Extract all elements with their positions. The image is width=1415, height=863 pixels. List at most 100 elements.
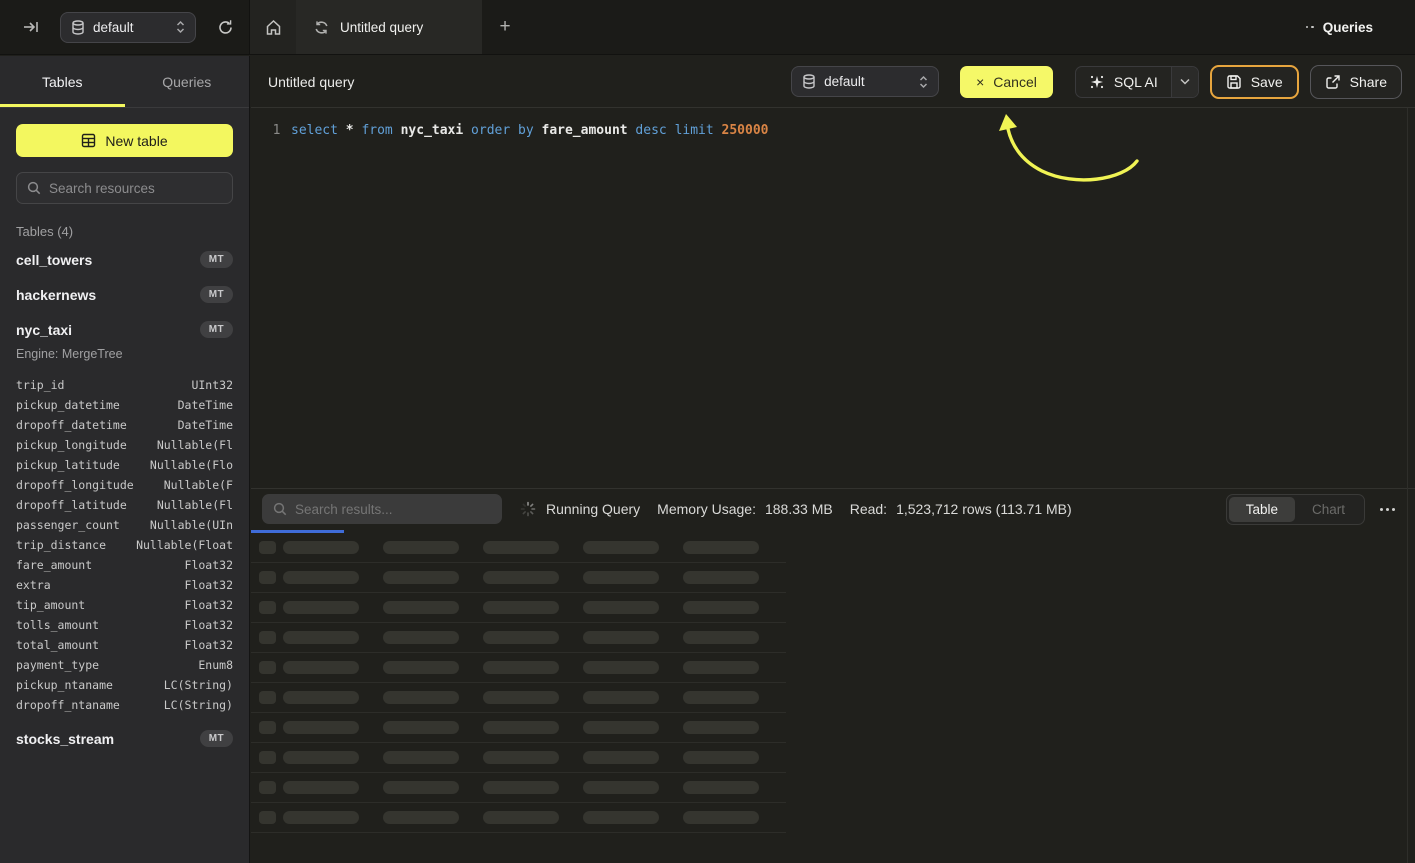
code-line-1: 1 select * from nyc_taxi order by fare_a… [251, 120, 1415, 142]
skeleton-cell [383, 631, 459, 644]
skeleton-cell [383, 811, 459, 824]
skeleton-cell [683, 781, 759, 794]
refresh-icon [217, 19, 234, 36]
memory-usage: Memory Usage: 188.33 MB [657, 501, 833, 517]
tables-section-label: Tables (4) [16, 224, 233, 239]
results-skeleton [251, 533, 1415, 863]
new-table-label: New table [105, 133, 167, 149]
skeleton-row [251, 563, 786, 593]
query-database-selector[interactable]: default [791, 66, 939, 97]
collapse-sidebar-icon [22, 18, 40, 36]
collapse-sidebar-button[interactable] [20, 16, 42, 38]
results-search-input[interactable] [295, 502, 491, 517]
column-type: DateTime [178, 398, 233, 412]
line-number: 1 [265, 120, 288, 142]
tab-untitled-query[interactable]: Untitled query [296, 0, 482, 54]
sidebar-tab-tables[interactable]: Tables [0, 56, 125, 107]
share-button[interactable]: Share [1310, 65, 1402, 99]
skeleton-cell [259, 691, 276, 704]
sql-ai-dropdown[interactable] [1171, 67, 1198, 97]
skeleton-cell [483, 571, 559, 584]
home-icon [265, 19, 282, 36]
sidebar-tab-queries[interactable]: Queries [125, 56, 250, 107]
column-row: trip_distanceNullable(Float [16, 535, 233, 555]
skeleton-cell [683, 691, 759, 704]
query-running-sync-icon [314, 20, 329, 35]
database-icon [71, 20, 85, 35]
skeleton-cell [283, 601, 359, 614]
skeleton-cell [583, 571, 659, 584]
skeleton-cell [383, 751, 459, 764]
skeleton-cell [383, 721, 459, 734]
results-search [262, 494, 502, 524]
view-toggle: Table Chart [1226, 494, 1365, 525]
column-type: LC(String) [164, 698, 233, 712]
new-table-button[interactable]: New table [16, 124, 233, 157]
column-name: trip_id [16, 378, 64, 392]
query-header: Untitled query default × Cancel [251, 56, 1415, 108]
sidebar-content: New table Tables (4) cell_towers MT hack… [0, 108, 249, 755]
sql-ai-label: SQL AI [1114, 74, 1158, 90]
cancel-button[interactable]: × Cancel [960, 66, 1053, 98]
skeleton-cell [383, 661, 459, 674]
save-button[interactable]: Save [1210, 65, 1299, 99]
column-row: dropoff_latitudeNullable(Fl [16, 495, 233, 515]
database-selector[interactable]: default [60, 12, 196, 43]
sql-ai-button[interactable]: SQL AI [1075, 66, 1199, 98]
nyc-taxi-columns: trip_idUInt32pickup_datetimeDateTimedrop… [16, 375, 233, 715]
skeleton-cell [383, 601, 459, 614]
column-type: Enum8 [198, 658, 233, 672]
toggle-chart[interactable]: Chart [1295, 497, 1362, 522]
column-type: Nullable(Fl [157, 438, 233, 452]
sidebar-item-hackernews[interactable]: hackernews MT [16, 278, 233, 311]
resource-search-input[interactable] [49, 181, 226, 196]
skeleton-cell [259, 751, 276, 764]
scrollbar-track[interactable] [1407, 108, 1408, 863]
memory-label: Memory Usage: [657, 501, 756, 517]
skeleton-cell [483, 811, 559, 824]
column-type: Float32 [185, 598, 233, 612]
column-name: fare_amount [16, 558, 92, 572]
column-row: dropoff_longitudeNullable(F [16, 475, 233, 495]
skeleton-cell [283, 691, 359, 704]
skeleton-cell [259, 781, 276, 794]
queries-link-label: Queries [1323, 20, 1373, 35]
save-label: Save [1251, 74, 1283, 90]
refresh-button[interactable] [213, 15, 237, 39]
skeleton-cell [259, 631, 276, 644]
column-row: tip_amountFloat32 [16, 595, 233, 615]
column-name: pickup_datetime [16, 398, 120, 412]
column-row: pickup_longitude Nullable(Fl [16, 435, 233, 455]
column-name: dropoff_latitude [16, 498, 127, 512]
queries-link[interactable]: Queries [1306, 0, 1415, 54]
skeleton-cell [483, 721, 559, 734]
sidebar-item-cell-towers[interactable]: cell_towers MT [16, 243, 233, 276]
skeleton-row [251, 653, 786, 683]
skeleton-cell [483, 691, 559, 704]
toggle-table[interactable]: Table [1229, 497, 1295, 522]
skeleton-cell [259, 541, 276, 554]
database-icon [802, 74, 816, 89]
skeleton-cell [383, 541, 459, 554]
column-name: trip_distance [16, 538, 106, 552]
sql-editor[interactable]: 1 select * from nyc_taxi order by fare_a… [251, 109, 1415, 488]
home-button[interactable] [250, 0, 296, 54]
skeleton-cell [383, 691, 459, 704]
resource-search [16, 172, 233, 204]
column-name: pickup_longitude [16, 438, 127, 452]
skeleton-row [251, 533, 786, 563]
new-tab-button[interactable]: + [482, 0, 528, 54]
sidebar-item-nyc-taxi[interactable]: nyc_taxi MT [16, 313, 233, 346]
column-type: Float32 [185, 578, 233, 592]
memory-value: 188.33 MB [765, 501, 833, 517]
skeleton-cell [683, 541, 759, 554]
sidebar-item-stocks-stream[interactable]: stocks_stream MT [16, 722, 233, 755]
more-options-button[interactable] [1378, 504, 1397, 515]
engine-label: Engine: MergeTree [16, 347, 233, 361]
skeleton-cell [259, 661, 276, 674]
skeleton-cell [583, 661, 659, 674]
column-row: fare_amountFloat32 [16, 555, 233, 575]
skeleton-row [251, 623, 786, 653]
sql-ai-main[interactable]: SQL AI [1076, 67, 1171, 97]
skeleton-cell [259, 601, 276, 614]
